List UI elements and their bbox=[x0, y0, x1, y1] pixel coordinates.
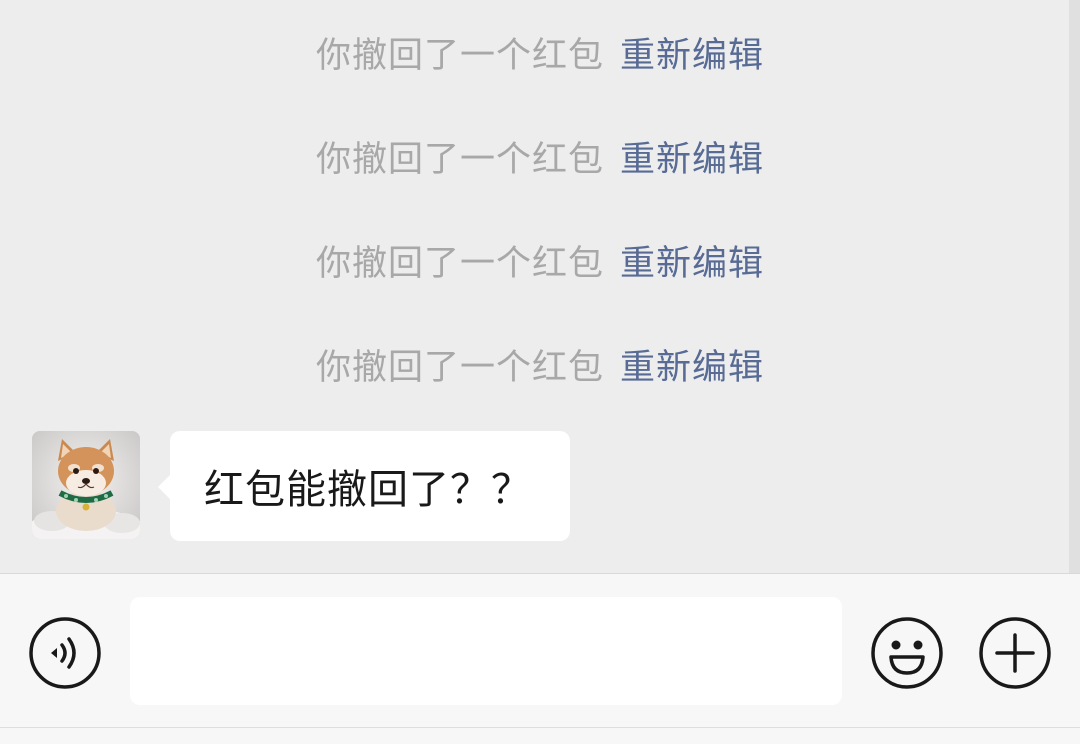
recall-notice: 你撤回了一个红包 重新编辑 bbox=[0, 24, 1080, 80]
recall-notice: 你撤回了一个红包 重新编辑 bbox=[0, 128, 1080, 184]
recall-notice: 你撤回了一个红包 重新编辑 bbox=[0, 232, 1080, 288]
input-bar bbox=[0, 573, 1080, 729]
recall-notice-text: 你撤回了一个红包 bbox=[315, 243, 604, 284]
message-bubble[interactable]: 红包能撤回了？？ bbox=[158, 431, 570, 541]
recall-notice-text: 你撤回了一个红包 bbox=[315, 35, 604, 76]
re-edit-link[interactable]: 重新编辑 bbox=[620, 27, 764, 78]
re-edit-link[interactable]: 重新编辑 bbox=[620, 131, 764, 182]
chat-screen: 你撤回了一个红包 重新编辑 你撤回了一个红包 重新编辑 你撤回了一个红包 重新编… bbox=[0, 0, 1080, 744]
emoji-button[interactable] bbox=[871, 617, 943, 689]
scrollbar[interactable] bbox=[1069, 0, 1080, 573]
voice-button[interactable] bbox=[29, 617, 101, 689]
emoji-icon bbox=[871, 617, 943, 689]
recall-notice-text: 你撤回了一个红包 bbox=[315, 139, 604, 180]
more-button[interactable] bbox=[979, 617, 1051, 689]
recall-notice: 你撤回了一个红包 重新编辑 bbox=[0, 336, 1080, 392]
shiba-dog-avatar-icon bbox=[32, 431, 140, 539]
message-text: 红包能撤回了？？ bbox=[204, 467, 532, 513]
avatar[interactable] bbox=[32, 431, 140, 539]
message-list[interactable]: 你撤回了一个红包 重新编辑 你撤回了一个红包 重新编辑 你撤回了一个红包 重新编… bbox=[0, 0, 1080, 573]
recall-notice-text: 你撤回了一个红包 bbox=[315, 347, 604, 388]
voice-icon bbox=[29, 617, 101, 689]
message-input[interactable] bbox=[130, 597, 842, 705]
bottom-panel-edge bbox=[0, 727, 1080, 744]
re-edit-link[interactable]: 重新编辑 bbox=[620, 235, 764, 286]
plus-icon bbox=[979, 617, 1051, 689]
re-edit-link[interactable]: 重新编辑 bbox=[620, 339, 764, 390]
